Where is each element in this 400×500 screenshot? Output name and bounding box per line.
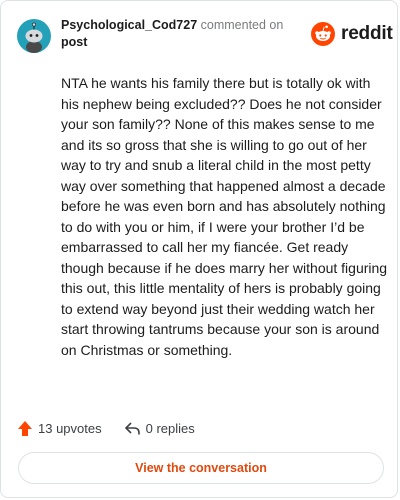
- comment-card: Psychological_Cod727 commented on post r…: [0, 0, 398, 498]
- comment-stats: 13 upvotes 0 replies: [17, 418, 195, 438]
- snoo-avatar-icon: [17, 19, 51, 53]
- reply-arrow-icon: [124, 421, 141, 436]
- view-conversation-button[interactable]: View the conversation: [18, 452, 384, 484]
- user-avatar[interactable]: [17, 19, 51, 53]
- reddit-brand[interactable]: reddit: [311, 21, 393, 47]
- comment-body: NTA he wants his family there but is tot…: [61, 75, 388, 358]
- replies-stat[interactable]: 0 replies: [124, 421, 195, 436]
- username[interactable]: Psychological_Cod727: [61, 18, 197, 32]
- upvotes-stat[interactable]: 13 upvotes: [17, 420, 102, 437]
- upvotes-count: 13 upvotes: [38, 420, 102, 436]
- post-link[interactable]: post: [61, 34, 301, 51]
- reddit-wordmark: reddit: [341, 23, 393, 44]
- comment-header: Psychological_Cod727 commented on post: [61, 17, 301, 51]
- upvote-arrow-icon: [17, 420, 33, 437]
- action-text: commented on: [200, 18, 284, 32]
- replies-count: 0 replies: [145, 420, 195, 436]
- reddit-logo-icon: [311, 22, 335, 46]
